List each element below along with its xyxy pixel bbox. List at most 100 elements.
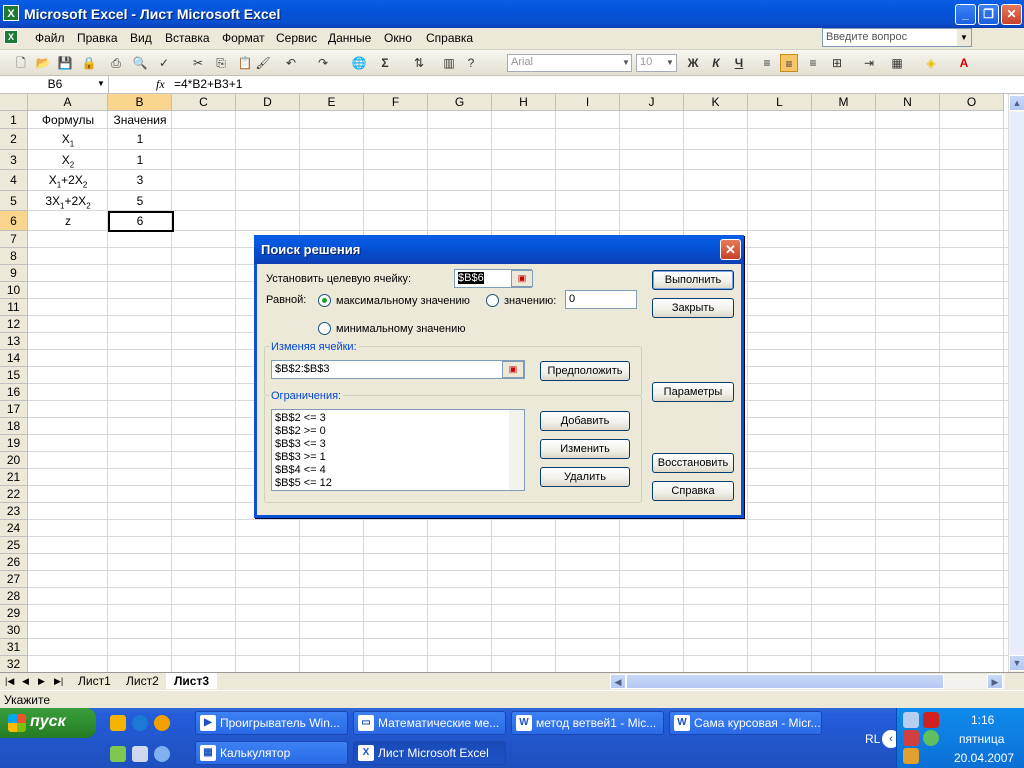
cell-b1[interactable]: Значения xyxy=(108,111,172,129)
scroll-track[interactable] xyxy=(1009,111,1024,671)
language-indicator[interactable]: RL xyxy=(865,732,880,746)
collapse-dialog-icon[interactable]: ▣ xyxy=(502,361,524,378)
last-sheet-icon[interactable]: ▶| xyxy=(54,676,63,687)
list-item[interactable]: $B$2 >= 0 xyxy=(275,425,521,438)
scroll-down-icon[interactable]: ▼ xyxy=(1009,655,1024,671)
constraints-list[interactable]: $B$2 <= 3 $B$2 >= 0 $B$3 <= 3 $B$3 >= 1 … xyxy=(271,409,525,491)
quicklaunch-icon[interactable] xyxy=(110,746,126,762)
row-header-21[interactable]: 21 xyxy=(0,469,28,486)
value-radio[interactable] xyxy=(486,294,499,307)
row-header-27[interactable]: 27 xyxy=(0,571,28,588)
cell-a1[interactable]: Формулы xyxy=(28,111,108,129)
row-header-10[interactable]: 10 xyxy=(0,282,28,299)
task-calculator[interactable]: ▦ Калькулятор xyxy=(195,741,348,765)
close-dialog-button[interactable]: Закрыть xyxy=(652,298,734,318)
task-word-2[interactable]: W Сама курсовая - Micr... xyxy=(669,711,822,735)
active-cell[interactable] xyxy=(108,211,174,232)
row-header-19[interactable]: 19 xyxy=(0,435,28,452)
column-header-c[interactable]: C xyxy=(172,94,236,111)
vertical-scrollbar[interactable]: ▲ ▼ xyxy=(1008,94,1024,672)
cell-b4[interactable]: 3 xyxy=(108,170,172,191)
sheet-tab-3[interactable]: Лист3 xyxy=(166,673,218,689)
column-header-i[interactable]: I xyxy=(556,94,620,111)
indent-icon[interactable]: ⇥ xyxy=(860,54,878,72)
column-header-e[interactable]: E xyxy=(300,94,364,111)
spelling-icon[interactable]: ✓ xyxy=(155,54,173,72)
change-button[interactable]: Изменить xyxy=(540,439,630,459)
new-icon[interactable]: 🗋 xyxy=(12,54,30,72)
run-button[interactable]: Выполнить xyxy=(652,270,734,290)
cell-a5[interactable]: 3X1+2X2 xyxy=(28,191,108,211)
horizontal-scrollbar[interactable]: ◀ ▶ xyxy=(610,674,1005,689)
sheet-tab-1[interactable]: Лист1 xyxy=(70,673,119,689)
cell-a2[interactable]: X1 xyxy=(28,129,108,150)
font-color-icon[interactable]: A xyxy=(955,54,973,72)
dialog-close-button[interactable]: ✕ xyxy=(720,239,741,260)
help-icon[interactable]: ? xyxy=(462,54,480,72)
next-sheet-icon[interactable]: ▶ xyxy=(38,676,45,687)
value-radio-label[interactable]: значению: xyxy=(504,295,556,307)
column-header-j[interactable]: J xyxy=(620,94,684,111)
row-header-9[interactable]: 9 xyxy=(0,265,28,282)
row-header-25[interactable]: 25 xyxy=(0,537,28,554)
save-icon[interactable]: 💾 xyxy=(56,54,74,72)
column-header-a[interactable]: A xyxy=(28,94,108,111)
row-header-22[interactable]: 22 xyxy=(0,486,28,503)
row-header-32[interactable]: 32 xyxy=(0,656,28,672)
row-header-8[interactable]: 8 xyxy=(0,248,28,265)
help-button[interactable]: Справка xyxy=(652,481,734,501)
copy-icon[interactable]: ⎘ xyxy=(212,54,230,72)
list-item[interactable]: $B$2 <= 3 xyxy=(275,412,521,425)
task-word-1[interactable]: Wметод ветвей1 - Mic... xyxy=(511,711,664,735)
start-button[interactable]: пуск xyxy=(0,708,96,738)
column-header-l[interactable]: L xyxy=(748,94,812,111)
row-header-16[interactable]: 16 xyxy=(0,384,28,401)
fill-color-icon[interactable]: ◈ xyxy=(922,54,940,72)
row-header-20[interactable]: 20 xyxy=(0,452,28,469)
paste-icon[interactable]: 📋 xyxy=(236,54,254,72)
cell-b5[interactable]: 5 xyxy=(108,191,172,211)
column-header-d[interactable]: D xyxy=(236,94,300,111)
chevron-down-icon[interactable]: ▼ xyxy=(620,55,632,71)
borders-icon[interactable]: ▦ xyxy=(888,54,906,72)
column-header-n[interactable]: N xyxy=(876,94,940,111)
network-icon[interactable] xyxy=(903,712,919,728)
sort-icon[interactable]: ⇅ xyxy=(410,54,428,72)
row-header-1[interactable]: 1 xyxy=(0,111,28,129)
select-all-corner[interactable] xyxy=(0,94,28,111)
row-header-7[interactable]: 7 xyxy=(0,231,28,248)
restore-defaults-button[interactable]: Восстановить xyxy=(652,453,734,473)
column-header-m[interactable]: M xyxy=(812,94,876,111)
row-header-18[interactable]: 18 xyxy=(0,418,28,435)
constraints-scrollbar[interactable] xyxy=(509,410,524,490)
tray-app-icon[interactable] xyxy=(923,730,939,746)
workbook-icon[interactable]: X xyxy=(4,30,18,44)
row-header-17[interactable]: 17 xyxy=(0,401,28,418)
menu-insert[interactable]: Вставка xyxy=(165,31,210,45)
row-header-24[interactable]: 24 xyxy=(0,520,28,537)
first-sheet-icon[interactable]: |◀ xyxy=(5,676,14,687)
autosum-icon[interactable]: Σ xyxy=(376,54,394,72)
cell-a4[interactable]: X1+2X2 xyxy=(28,170,108,191)
print-icon[interactable]: ⎙ xyxy=(107,54,125,72)
scroll-left-icon[interactable]: ◀ xyxy=(610,674,626,689)
tray-app-icon[interactable] xyxy=(903,748,919,764)
delete-button[interactable]: Удалить xyxy=(540,467,630,487)
row-header-6[interactable]: 6 xyxy=(0,211,28,231)
align-center-icon[interactable]: ≡ xyxy=(780,54,798,72)
clock-time[interactable]: 1:16 xyxy=(971,713,994,727)
menu-edit[interactable]: Правка xyxy=(77,31,118,45)
row-header-31[interactable]: 31 xyxy=(0,639,28,656)
redo-icon[interactable]: ↷ xyxy=(314,54,332,72)
scroll-up-icon[interactable]: ▲ xyxy=(1009,95,1024,111)
chevron-down-icon[interactable]: ▼ xyxy=(664,55,676,71)
menu-help[interactable]: Справка xyxy=(426,31,473,45)
open-icon[interactable]: 📂 xyxy=(34,54,52,72)
menu-tools[interactable]: Сервис xyxy=(276,31,317,45)
row-header-15[interactable]: 15 xyxy=(0,367,28,384)
column-header-b[interactable]: B xyxy=(108,94,172,111)
align-right-icon[interactable]: ≡ xyxy=(804,54,822,72)
row-header-2[interactable]: 2 xyxy=(0,129,28,150)
cell-b2[interactable]: 1 xyxy=(108,129,172,150)
row-header-26[interactable]: 26 xyxy=(0,554,28,571)
